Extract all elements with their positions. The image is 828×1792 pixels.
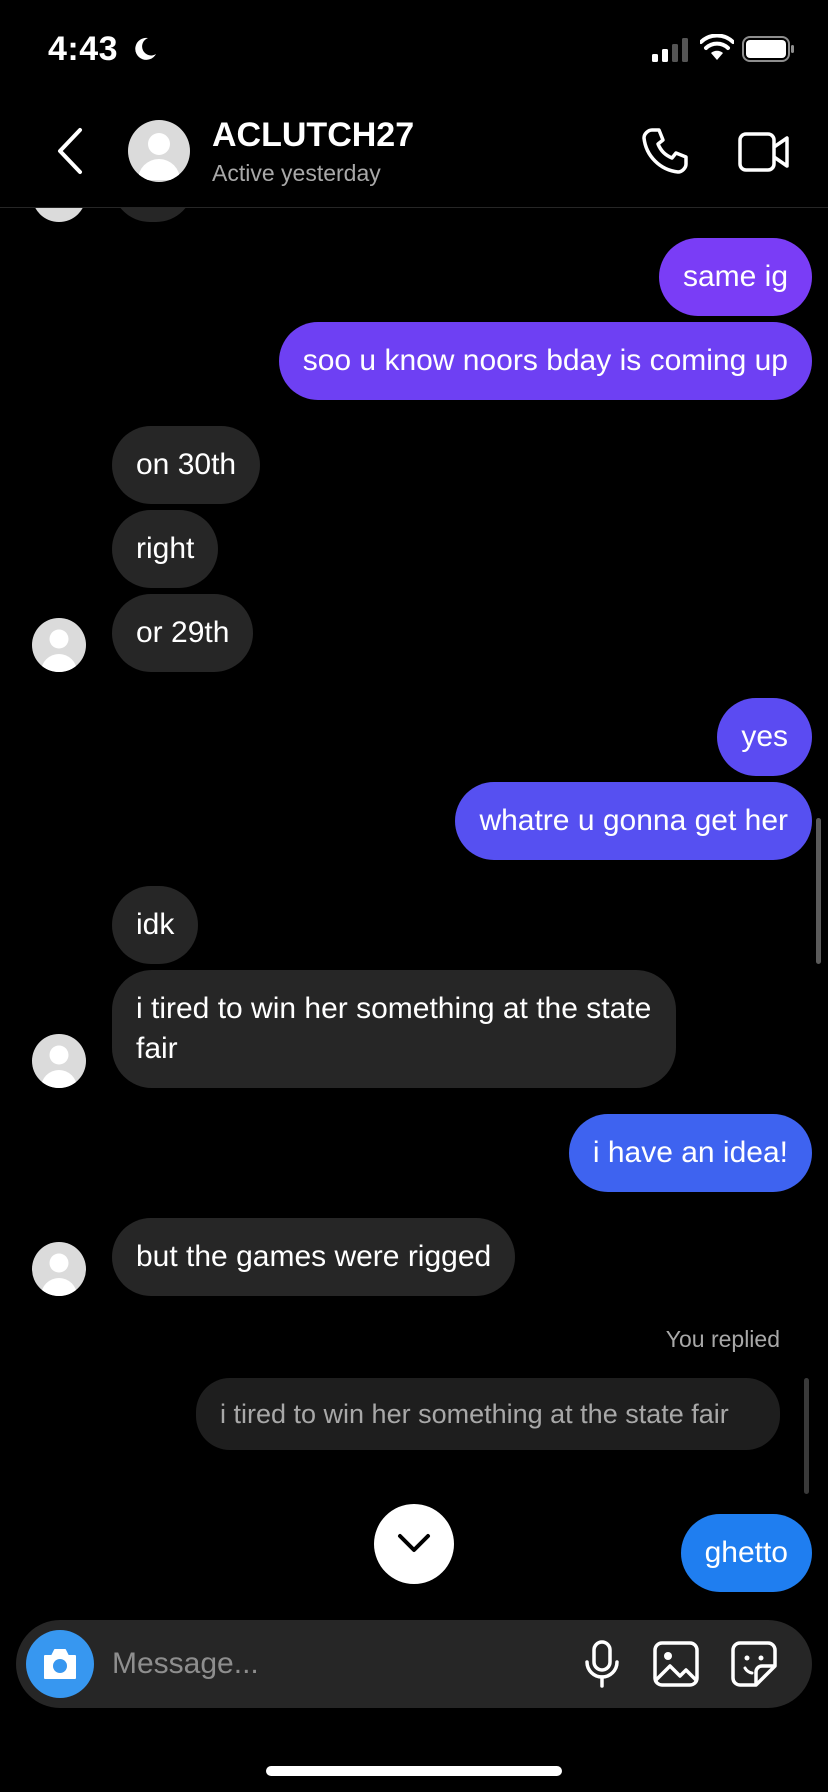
- status-bar: 4:43: [0, 0, 828, 100]
- battery-icon: [742, 36, 794, 62]
- default-avatar-icon: [41, 1045, 77, 1088]
- quote-indicator-bar: [804, 1378, 809, 1494]
- phone-icon[interactable]: [640, 126, 690, 176]
- wifi-icon: [700, 34, 734, 60]
- default-avatar-icon: [41, 1253, 77, 1296]
- moon-icon: [135, 37, 156, 60]
- message-bubble-outgoing[interactable]: same ig: [658, 238, 812, 316]
- signal-icon: [652, 38, 688, 62]
- message-bubble-incoming[interactable]: on 30th: [112, 426, 261, 504]
- chevron-down-icon: [398, 1534, 430, 1552]
- message-bubble-incoming[interactable]: or 29th: [112, 594, 254, 672]
- microphone-icon[interactable]: [582, 1640, 622, 1688]
- message-bubble-incoming[interactable]: but the games were rigged: [112, 1218, 516, 1296]
- video-camera-icon[interactable]: [738, 130, 790, 174]
- default-avatar-icon: [138, 133, 180, 180]
- default-avatar-icon: [41, 629, 77, 672]
- message-bubble-outgoing[interactable]: soo u know noors bday is coming up: [278, 322, 812, 400]
- sender-avatar[interactable]: [32, 1034, 86, 1088]
- status-time: 4:43: [48, 30, 119, 68]
- message-bubble-incoming[interactable]: idk: [112, 886, 199, 964]
- message-bubble-outgoing[interactable]: ghetto: [680, 1514, 812, 1592]
- reply-label: You replied: [665, 1326, 780, 1352]
- image-icon[interactable]: [652, 1640, 700, 1688]
- sender-avatar[interactable]: [32, 618, 86, 672]
- scroll-indicator[interactable]: [816, 818, 821, 964]
- sticker-icon[interactable]: [730, 1640, 778, 1688]
- home-indicator[interactable]: [266, 1766, 562, 1776]
- camera-button[interactable]: [26, 1630, 94, 1698]
- quoted-message[interactable]: i tired to win her something at the stat…: [196, 1378, 780, 1450]
- contact-avatar[interactable]: [128, 120, 190, 182]
- message-bubble-outgoing[interactable]: i have an idea!: [568, 1114, 812, 1192]
- contact-name[interactable]: ACLUTCH27: [212, 116, 414, 155]
- message-composer: [16, 1620, 812, 1708]
- message-input[interactable]: [112, 1620, 492, 1708]
- camera-icon: [44, 1649, 76, 1679]
- chat-header: ACLUTCH27 Active yesterday: [0, 100, 828, 208]
- sender-avatar[interactable]: [32, 1242, 86, 1296]
- message-thread[interactable]: same ig soo u know noors bday is coming …: [0, 208, 828, 1618]
- message-bubble-incoming[interactable]: [112, 208, 194, 222]
- avatar: [32, 208, 86, 222]
- message-bubble-outgoing[interactable]: whatre u gonna get her: [455, 782, 812, 860]
- scroll-to-bottom-button[interactable]: [374, 1504, 454, 1584]
- back-chevron-icon[interactable]: [52, 126, 88, 176]
- message-bubble-incoming[interactable]: i tired to win her something at the stat…: [112, 970, 676, 1088]
- message-bubble-outgoing[interactable]: yes: [717, 698, 812, 776]
- message-bubble-incoming[interactable]: right: [112, 510, 219, 588]
- active-status: Active yesterday: [212, 160, 381, 186]
